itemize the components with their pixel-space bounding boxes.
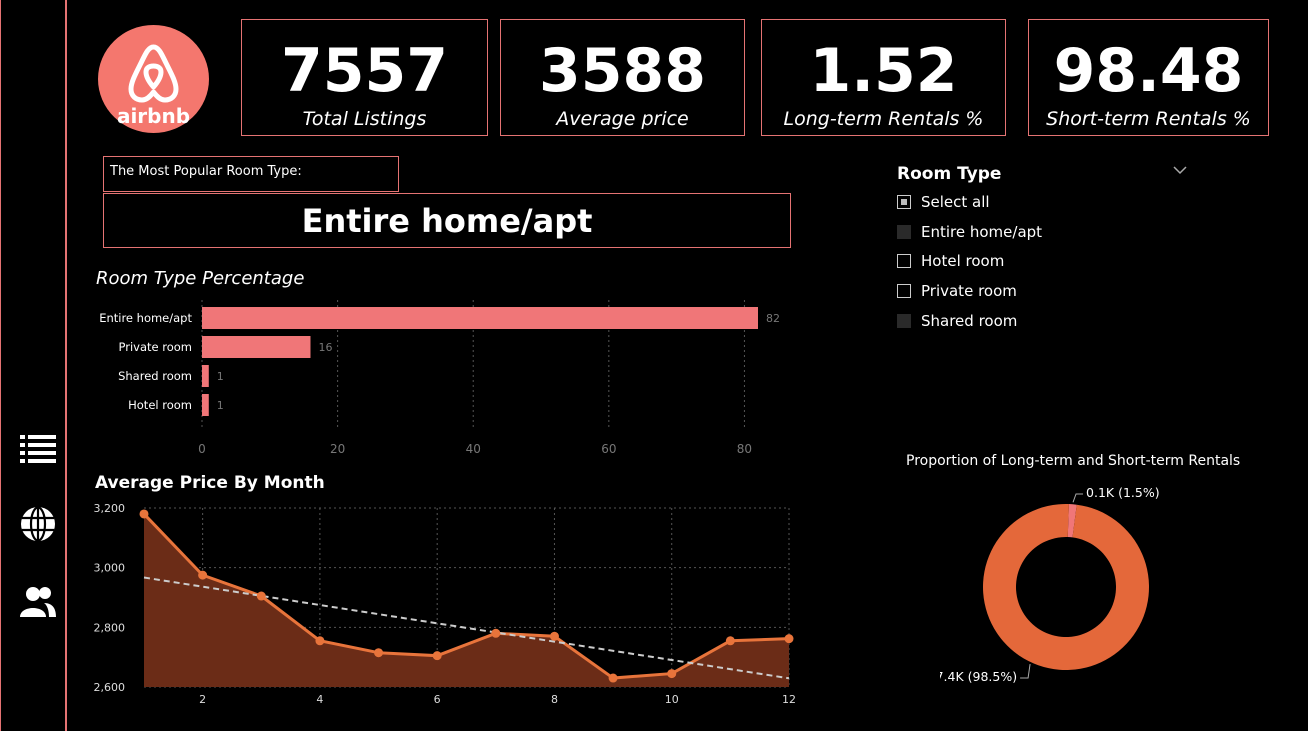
x-tick-label: 40 <box>466 442 481 456</box>
data-label: 16 <box>318 341 332 354</box>
category-label: Private room <box>119 340 193 354</box>
category-label: Shared room <box>118 369 192 383</box>
data-point <box>608 673 618 683</box>
bar <box>202 365 209 387</box>
bar <box>202 336 311 358</box>
bar <box>202 394 209 416</box>
kpi-total-listings: 7557 Total Listings <box>241 19 488 136</box>
kpi-label: Long-term Rentals % <box>783 108 984 130</box>
x-tick-label: 80 <box>737 442 752 456</box>
kpi-label: Average price <box>556 108 689 130</box>
y-tick-label: 2,600 <box>94 681 126 694</box>
list-icon[interactable] <box>20 432 56 468</box>
slice-label: 0.1K (1.5%) <box>1086 485 1160 500</box>
x-tick-label: 4 <box>316 693 323 706</box>
slicer-item-label: Hotel room <box>921 252 1005 270</box>
kpi-label: Total Listings <box>302 108 427 130</box>
data-point <box>491 628 501 638</box>
y-tick-label: 2,800 <box>94 621 126 634</box>
data-point <box>374 648 384 658</box>
chevron-down-icon[interactable] <box>1173 165 1187 175</box>
slicer-item-label: Select all <box>921 193 990 211</box>
leader-line <box>1072 493 1084 503</box>
kpi-label: Short-term Rentals % <box>1046 108 1251 130</box>
data-label: 82 <box>766 312 780 325</box>
category-label: Hotel room <box>128 398 192 412</box>
y-tick-label: 3,000 <box>94 562 126 575</box>
data-label: 1 <box>217 399 224 412</box>
data-point <box>667 669 677 679</box>
sidebar <box>8 0 67 731</box>
slicer-title: Room Type <box>897 164 1002 184</box>
x-tick-label: 20 <box>330 442 345 456</box>
popular-room-type-value: Entire home/apt <box>103 193 791 248</box>
data-point <box>315 636 325 646</box>
data-point <box>784 634 794 644</box>
donut-chart-title: Proportion of Long-term and Short-term R… <box>906 453 1241 469</box>
category-label: Entire home/apt <box>99 311 192 325</box>
airbnb-logo: airbnb <box>98 25 209 133</box>
kpi-average-price: 3588 Average price <box>500 19 745 136</box>
price-by-month-chart: 2,600 2,800 3,000 3,200 2 4 6 8 10 12 <box>94 502 797 706</box>
slicer-item-label: Private room <box>921 282 1017 300</box>
x-tick-label: 10 <box>665 693 679 706</box>
x-tick-label: 8 <box>551 693 558 706</box>
checkbox[interactable] <box>897 225 911 239</box>
data-point <box>198 570 208 580</box>
room-type-bar-chart: 0 20 40 60 80 Entire home/apt 82 Private room 16… <box>99 300 780 456</box>
slicer-item-label: Shared room <box>921 312 1018 330</box>
logo-wordmark: airbnb <box>117 104 190 128</box>
kpi-value: 3588 <box>539 36 706 106</box>
data-label: 1 <box>217 370 224 383</box>
x-tick-label: 2 <box>199 693 206 706</box>
checkbox[interactable] <box>897 284 911 298</box>
rental-proportion-donut: 0.1K (1.5%) 7.4K (98.5%) <box>940 485 1160 684</box>
kpi-value: 98.48 <box>1053 36 1244 106</box>
donut-slice <box>983 504 1149 670</box>
kpi-value: 7557 <box>281 36 448 106</box>
slice-label: 7.4K (98.5%) <box>940 669 1017 684</box>
bar <box>202 307 758 329</box>
price-chart-title: Average Price By Month <box>95 473 325 493</box>
x-tick-label: 60 <box>601 442 616 456</box>
x-tick-label: 6 <box>434 693 441 706</box>
data-point <box>139 509 149 519</box>
data-point <box>549 631 559 641</box>
x-tick-label: 0 <box>198 442 206 456</box>
slicer-item-label: Entire home/apt <box>921 223 1043 241</box>
checkbox[interactable] <box>897 314 911 328</box>
popular-room-type-label: The Most Popular Room Type: <box>103 156 399 192</box>
data-point <box>725 636 735 646</box>
leader-line <box>1020 663 1031 679</box>
room-type-chart-title: Room Type Percentage <box>96 268 305 289</box>
checkbox[interactable] <box>897 254 911 268</box>
left-border <box>0 0 1 731</box>
checkbox[interactable] <box>897 195 911 209</box>
data-point <box>432 651 442 661</box>
kpi-long-term: 1.52 Long-term Rentals % <box>761 19 1006 136</box>
globe-icon[interactable] <box>20 506 56 542</box>
kpi-short-term: 98.48 Short-term Rentals % <box>1028 19 1269 136</box>
users-icon[interactable] <box>20 583 56 619</box>
kpi-value: 1.52 <box>809 36 958 106</box>
data-point <box>256 591 266 601</box>
x-tick-label: 12 <box>782 693 796 706</box>
y-tick-label: 3,200 <box>94 502 126 515</box>
